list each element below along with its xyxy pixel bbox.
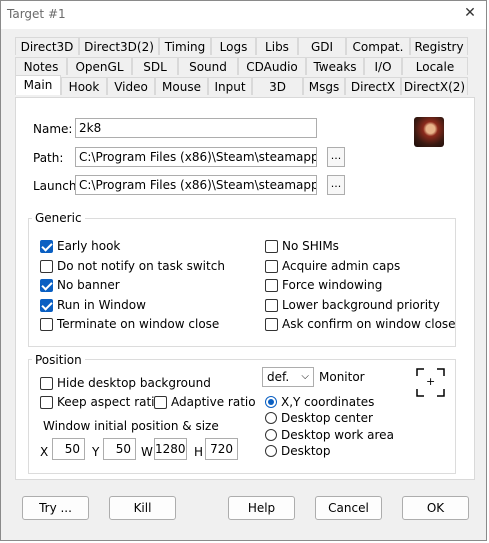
tab-opengl[interactable]: OpenGL bbox=[67, 57, 132, 75]
terminate-on-close-checkbox[interactable] bbox=[40, 318, 53, 331]
crosshair-target-icon[interactable]: + bbox=[416, 368, 445, 397]
tab-tweaks[interactable]: Tweaks bbox=[306, 57, 364, 75]
cancel-button[interactable]: Cancel bbox=[315, 496, 382, 520]
initial-position-label: Window initial position & size bbox=[43, 419, 219, 433]
lower-priority-label: Lower background priority bbox=[282, 298, 440, 312]
tab-locale[interactable]: Locale bbox=[402, 57, 468, 75]
game-icon bbox=[414, 117, 444, 147]
early-hook-label: Early hook bbox=[57, 239, 121, 253]
no-banner-label: No banner bbox=[57, 278, 120, 292]
tab-video[interactable]: Video bbox=[107, 77, 155, 95]
title-bar[interactable]: Target #1 ✕ bbox=[1, 1, 486, 29]
window-title: Target #1 bbox=[7, 7, 66, 21]
no-notify-checkbox[interactable] bbox=[40, 260, 53, 273]
terminate-on-close-label: Terminate on window close bbox=[57, 317, 220, 331]
name-label: Name: bbox=[33, 122, 73, 136]
adaptive-ratio-label: Adaptive ratio bbox=[171, 395, 256, 409]
ask-confirm-checkbox[interactable] bbox=[265, 318, 278, 331]
tab-3d[interactable]: 3D bbox=[252, 77, 303, 95]
tab-gdi[interactable]: GDI bbox=[298, 37, 346, 55]
no-banner-checkbox[interactable] bbox=[40, 279, 53, 292]
tab-io[interactable]: I/O bbox=[364, 57, 402, 75]
xy-coordinates-radio[interactable] bbox=[265, 396, 277, 408]
admin-caps-checkbox[interactable] bbox=[265, 260, 278, 273]
w-field[interactable]: 1280 bbox=[154, 438, 187, 460]
desktop-work-area-radio[interactable] bbox=[265, 429, 277, 441]
no-shims-label: No SHIMs bbox=[282, 239, 339, 253]
tab-logs[interactable]: Logs bbox=[211, 37, 256, 55]
position-group-title: Position bbox=[32, 353, 85, 367]
crosshair-plus: + bbox=[426, 375, 436, 388]
ok-button[interactable]: OK bbox=[402, 496, 469, 520]
xy-coordinates-label: X,Y coordinates bbox=[281, 395, 375, 409]
tab-timing[interactable]: Timing bbox=[159, 37, 211, 55]
x-field[interactable]: 50 bbox=[52, 438, 85, 460]
desktop-radio[interactable] bbox=[265, 445, 277, 457]
close-icon[interactable]: ✕ bbox=[462, 4, 478, 22]
force-windowing-label: Force windowing bbox=[282, 278, 383, 292]
tab-compat[interactable]: Compat. bbox=[346, 37, 410, 55]
keep-aspect-checkbox[interactable] bbox=[40, 396, 53, 409]
tab-sdl[interactable]: SDL bbox=[132, 57, 178, 75]
help-button[interactable]: Help bbox=[228, 496, 295, 520]
tab-sound[interactable]: Sound bbox=[178, 57, 238, 75]
desktop-label: Desktop bbox=[281, 444, 331, 458]
launch-browse-button[interactable]: ... bbox=[327, 175, 345, 195]
path-label: Path: bbox=[33, 151, 64, 165]
early-hook-checkbox[interactable] bbox=[40, 240, 53, 253]
tab-libs[interactable]: Libs bbox=[256, 37, 298, 55]
launch-field[interactable]: C:\Program Files (x86)\Steam\steamapps\c… bbox=[75, 175, 317, 195]
hide-desktop-label: Hide desktop background bbox=[57, 376, 211, 390]
monitor-select-value: def. bbox=[267, 370, 290, 384]
tab-directx-2[interactable]: DirectX(2) bbox=[401, 77, 468, 95]
run-in-window-label: Run in Window bbox=[57, 298, 146, 312]
tab-msgs[interactable]: Msgs bbox=[303, 77, 345, 95]
tab-direct3d[interactable]: Direct3D bbox=[15, 37, 79, 55]
hide-desktop-checkbox[interactable] bbox=[40, 377, 53, 390]
adaptive-ratio-checkbox[interactable] bbox=[154, 396, 167, 409]
tab-mouse[interactable]: Mouse bbox=[155, 77, 208, 95]
h-field[interactable]: 720 bbox=[205, 438, 238, 460]
tab-directx[interactable]: DirectX bbox=[345, 77, 401, 95]
keep-aspect-label: Keep aspect ratio bbox=[57, 395, 162, 409]
path-field[interactable]: C:\Program Files (x86)\Steam\steamapps\c… bbox=[75, 147, 317, 167]
h-label: H bbox=[194, 445, 204, 459]
launch-label: Launch: bbox=[33, 179, 81, 193]
target-dialog: Target #1 ✕ Direct3D Direct3D(2) Timing … bbox=[0, 0, 487, 541]
tab-registry[interactable]: Registry bbox=[410, 37, 468, 55]
no-notify-label: Do not notify on task switch bbox=[57, 259, 225, 273]
kill-button[interactable]: Kill bbox=[109, 496, 176, 520]
tab-input[interactable]: Input bbox=[208, 77, 252, 95]
chevron-down-icon: ⌵ bbox=[301, 371, 309, 382]
path-browse-button[interactable]: ... bbox=[327, 147, 345, 167]
run-in-window-checkbox[interactable] bbox=[40, 299, 53, 312]
name-field[interactable]: 2k8 bbox=[75, 118, 317, 138]
monitor-select[interactable]: def. ⌵ bbox=[262, 367, 314, 387]
tab-direct3d-2[interactable]: Direct3D(2) bbox=[79, 37, 159, 55]
w-label: W bbox=[141, 445, 153, 459]
tab-main[interactable]: Main bbox=[15, 75, 61, 95]
no-shims-checkbox[interactable] bbox=[265, 240, 278, 253]
ask-confirm-label: Ask confirm on window close bbox=[282, 317, 456, 331]
tab-hook[interactable]: Hook bbox=[61, 77, 107, 95]
tab-cdaudio[interactable]: CDAudio bbox=[238, 57, 306, 75]
monitor-label: Monitor bbox=[319, 370, 365, 384]
x-label: X bbox=[40, 445, 49, 459]
force-windowing-checkbox[interactable] bbox=[265, 279, 278, 292]
desktop-center-radio[interactable] bbox=[265, 412, 277, 424]
y-label: Y bbox=[92, 445, 100, 459]
y-field[interactable]: 50 bbox=[103, 438, 136, 460]
desktop-work-area-label: Desktop work area bbox=[281, 428, 394, 442]
generic-group-title: Generic bbox=[32, 211, 85, 225]
admin-caps-label: Acquire admin caps bbox=[282, 259, 401, 273]
lower-priority-checkbox[interactable] bbox=[265, 299, 278, 312]
desktop-center-label: Desktop center bbox=[281, 411, 373, 425]
tab-notes[interactable]: Notes bbox=[15, 57, 67, 75]
try-button[interactable]: Try ... bbox=[22, 496, 89, 520]
